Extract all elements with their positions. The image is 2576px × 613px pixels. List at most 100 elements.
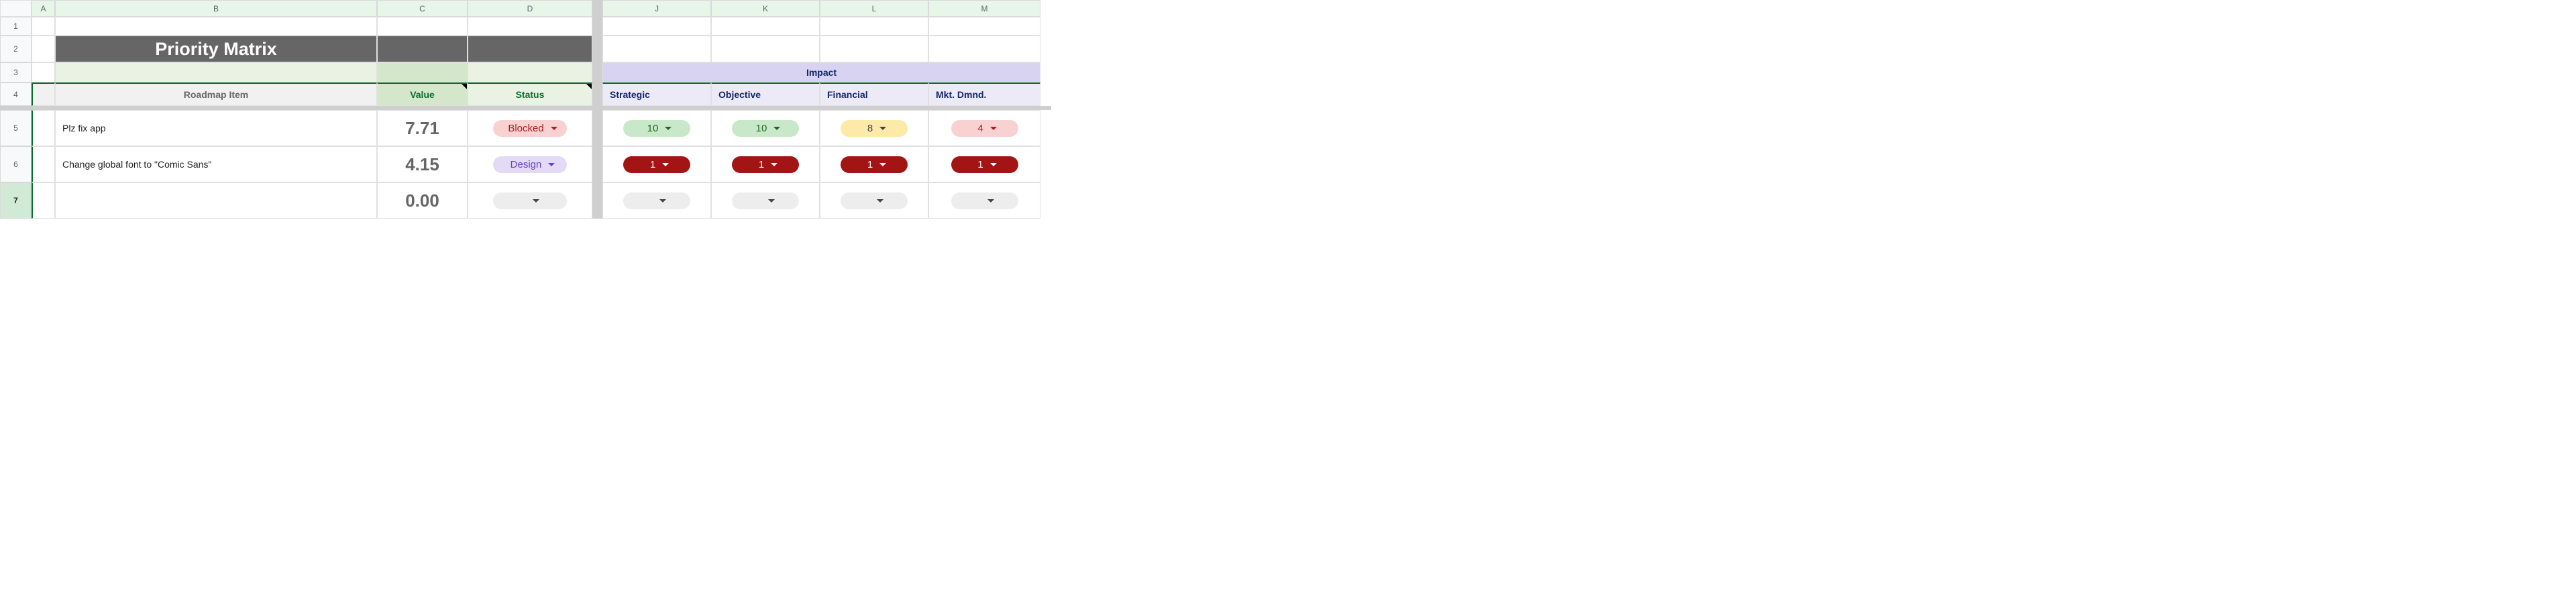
cell-j1[interactable] (602, 17, 711, 36)
filter-icon[interactable] (453, 90, 463, 99)
header-roadmap[interactable]: Roadmap Item (55, 82, 377, 106)
row-header-4[interactable]: 4 (0, 82, 32, 106)
cell-l1[interactable] (820, 17, 928, 36)
chevron-down-icon (548, 163, 555, 166)
filter-icon[interactable] (806, 90, 815, 99)
chevron-down-icon (533, 199, 539, 203)
row-header-6[interactable]: 6 (0, 146, 32, 182)
dropdown-chip[interactable] (841, 192, 908, 209)
cell-m2[interactable] (928, 36, 1040, 62)
impact-group-header[interactable]: Impact (602, 62, 1040, 82)
select-all-corner[interactable] (0, 0, 32, 17)
status-cell[interactable] (468, 182, 592, 219)
cell-a7[interactable] (32, 182, 55, 219)
cell-d2[interactable] (468, 36, 592, 62)
dropdown-chip[interactable]: 1 (732, 156, 799, 173)
dropdown-chip[interactable]: 1 (623, 156, 690, 173)
col-header-c[interactable]: C (377, 0, 468, 17)
status-cell[interactable]: Blocked (468, 110, 592, 146)
col-header-m[interactable]: M (928, 0, 1040, 17)
objective-cell[interactable] (711, 182, 820, 219)
strategic-cell[interactable]: 10 (602, 110, 711, 146)
dropdown-chip[interactable]: 1 (841, 156, 908, 173)
header-mktdmnd[interactable]: Mkt. Dmnd. (928, 82, 1040, 106)
filter-icon[interactable] (363, 90, 372, 99)
roadmap-item-cell[interactable]: Change global font to "Comic Sans" (55, 146, 377, 182)
cell-m1[interactable] (928, 17, 1040, 36)
value-cell[interactable]: 7.71 (377, 110, 468, 146)
financial-cell[interactable]: 1 (820, 146, 928, 182)
cell-d3[interactable] (468, 62, 592, 82)
filter-icon[interactable] (41, 90, 50, 99)
chevron-down-icon (659, 199, 666, 203)
dropdown-chip[interactable]: 10 (732, 120, 799, 137)
dropdown-chip[interactable] (951, 192, 1018, 209)
roadmap-item-cell[interactable]: Plz fix app (55, 110, 377, 146)
row-header-2[interactable]: 2 (0, 36, 32, 62)
mktdmnd-cell[interactable]: 4 (928, 110, 1040, 146)
objective-cell[interactable]: 1 (711, 146, 820, 182)
header-objective[interactable]: Objective (711, 82, 820, 106)
dropdown-chip[interactable]: 4 (951, 120, 1018, 137)
cell-c3[interactable] (377, 62, 468, 82)
col-header-k[interactable]: K (711, 0, 820, 17)
roadmap-item-cell[interactable] (55, 182, 377, 219)
value-cell[interactable]: 0.00 (377, 182, 468, 219)
financial-cell[interactable] (820, 182, 928, 219)
dropdown-chip[interactable] (732, 192, 799, 209)
objective-cell[interactable]: 10 (711, 110, 820, 146)
row-header-5[interactable]: 5 (0, 110, 32, 146)
cell-a4[interactable] (32, 82, 55, 106)
strategic-cell[interactable] (602, 182, 711, 219)
header-label: Objective (718, 89, 761, 100)
row-header-3[interactable]: 3 (0, 62, 32, 82)
header-strategic[interactable]: Strategic (602, 82, 711, 106)
cell-note-indicator[interactable] (586, 84, 592, 89)
cell-c1[interactable] (377, 17, 468, 36)
cell-j2[interactable] (602, 36, 711, 62)
row-header-7[interactable]: 7 (0, 182, 32, 219)
cell-a3[interactable] (32, 62, 55, 82)
cell-a1[interactable] (32, 17, 55, 36)
cell-l2[interactable] (820, 36, 928, 62)
title-cell[interactable]: Priority Matrix (55, 36, 377, 62)
filter-icon[interactable] (578, 90, 588, 99)
cell-b1[interactable] (55, 17, 377, 36)
financial-cell[interactable]: 8 (820, 110, 928, 146)
cell-a5[interactable] (32, 110, 55, 146)
dropdown-chip[interactable]: 10 (623, 120, 690, 137)
col-header-d[interactable]: D (468, 0, 592, 17)
cell-b3[interactable] (55, 62, 377, 82)
cell-k2[interactable] (711, 36, 820, 62)
cell-k1[interactable] (711, 17, 820, 36)
col-header-b[interactable]: B (55, 0, 377, 17)
dropdown-chip[interactable]: Design (493, 156, 567, 173)
cell-a2[interactable] (32, 36, 55, 62)
strategic-cell[interactable]: 1 (602, 146, 711, 182)
cell-note-indicator[interactable] (462, 84, 467, 89)
header-label: Strategic (610, 89, 650, 100)
cell-d1[interactable] (468, 17, 592, 36)
row-header-1[interactable]: 1 (0, 17, 32, 36)
status-cell[interactable]: Design (468, 146, 592, 182)
filter-icon[interactable] (1026, 90, 1036, 99)
header-value[interactable]: Value (377, 82, 468, 106)
dropdown-chip[interactable]: Blocked (493, 120, 567, 137)
col-header-l[interactable]: L (820, 0, 928, 17)
header-financial[interactable]: Financial (820, 82, 928, 106)
filter-icon[interactable] (697, 90, 706, 99)
cell-a6[interactable] (32, 146, 55, 182)
dropdown-chip[interactable]: 1 (951, 156, 1018, 173)
col-header-a[interactable]: A (32, 0, 55, 17)
dropdown-chip[interactable]: 8 (841, 120, 908, 137)
dropdown-chip[interactable] (493, 192, 567, 209)
mktdmnd-cell[interactable] (928, 182, 1040, 219)
dropdown-chip[interactable] (623, 192, 690, 209)
mktdmnd-cell[interactable]: 1 (928, 146, 1040, 182)
value-cell[interactable]: 4.15 (377, 146, 468, 182)
header-status[interactable]: Status (468, 82, 592, 106)
cell-c2[interactable] (377, 36, 468, 62)
filter-icon[interactable] (914, 90, 924, 99)
col-header-j[interactable]: J (602, 0, 711, 17)
chevron-down-icon (662, 163, 669, 166)
